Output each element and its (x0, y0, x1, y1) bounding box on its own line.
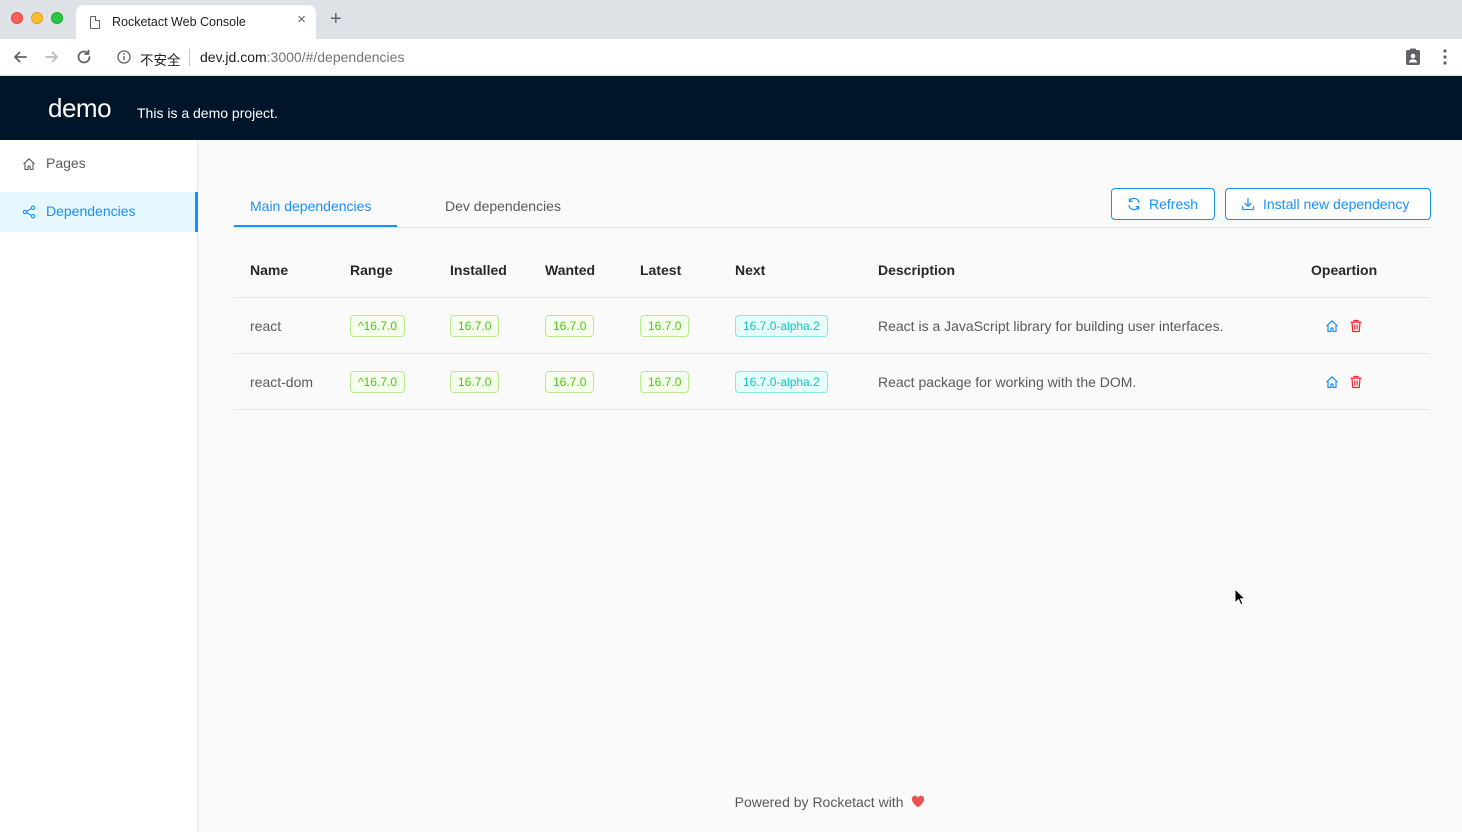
wanted-tag: 16.7.0 (545, 371, 595, 393)
column-header-operation: Opeartion (1311, 262, 1378, 278)
tab-main-dependencies[interactable]: Main dependencies (250, 198, 371, 214)
info-icon[interactable] (117, 50, 131, 64)
main-content: Main dependencies Dev dependencies Refre… (198, 140, 1462, 832)
next-tag: 16.7.0-alpha.2 (735, 371, 828, 393)
table-header: Name Range Installed Wanted Latest Next … (234, 243, 1431, 298)
sync-icon (1128, 197, 1140, 211)
reload-icon[interactable] (74, 47, 94, 67)
active-tab-indicator (234, 225, 397, 227)
window-close-button[interactable] (11, 12, 23, 24)
sidebar-item-label: Dependencies (46, 203, 136, 219)
footer-text: Powered by Rocketact with (734, 794, 904, 810)
browser-tab[interactable]: Rocketact Web Console × (76, 5, 316, 39)
install-button-label: Install new dependency (1263, 196, 1410, 212)
download-icon (1241, 197, 1255, 211)
install-new-dependency-button[interactable]: Install new dependency (1225, 188, 1431, 220)
installed-tag: 16.7.0 (450, 371, 500, 393)
wanted-tag: 16.7.0 (545, 315, 595, 337)
sidebar-item-pages[interactable]: Pages (0, 144, 198, 184)
next-tag: 16.7.0-alpha.2 (735, 315, 828, 337)
column-header-next: Next (735, 262, 766, 278)
homepage-icon[interactable] (1325, 375, 1339, 389)
column-header-latest: Latest (640, 262, 682, 278)
window-zoom-button[interactable] (51, 12, 63, 24)
range-tag: ^16.7.0 (350, 315, 405, 337)
project-name: demo (48, 93, 112, 123)
security-status[interactable]: 不安全 (140, 49, 181, 69)
table-row: react ^16.7.0 16.7.0 16.7.0 16.7.0 16.7.… (234, 298, 1431, 354)
close-tab-icon[interactable]: × (297, 12, 306, 28)
latest-tag: 16.7.0 (640, 315, 690, 337)
homepage-icon[interactable] (1325, 319, 1339, 333)
extension-badge-icon[interactable] (1405, 48, 1421, 66)
installed-tag: 16.7.0 (450, 315, 500, 337)
project-description: This is a demo project. (137, 105, 278, 121)
browser-tab-title: Rocketact Web Console (112, 15, 246, 29)
document-icon (90, 16, 100, 29)
share-icon (22, 205, 36, 219)
back-arrow-icon[interactable] (10, 47, 30, 67)
dependency-name: react (250, 318, 282, 334)
refresh-button[interactable]: Refresh (1111, 188, 1215, 220)
column-header-name: Name (250, 262, 289, 278)
refresh-button-label: Refresh (1149, 196, 1199, 212)
new-tab-icon[interactable]: + (330, 9, 342, 29)
footer: Powered by Rocketact with (198, 794, 1462, 810)
app-header: demo This is a demo project. (0, 76, 1462, 140)
dependency-name: react-dom (250, 374, 314, 390)
url-divider (189, 49, 190, 66)
column-header-description: Description (878, 262, 956, 278)
sidebar-item-dependencies[interactable]: Dependencies (0, 192, 198, 232)
browser-toolbar: 不安全 dev.jd.com:3000/#/dependencies (0, 39, 1462, 76)
forward-arrow-icon[interactable] (42, 47, 62, 67)
column-header-installed: Installed (450, 262, 507, 278)
browser-tab-strip: Rocketact Web Console × + (0, 0, 1462, 39)
url-path: :3000/#/dependencies (266, 49, 405, 65)
column-header-wanted: Wanted (545, 262, 596, 278)
url-host: dev.jd.com (200, 49, 267, 65)
delete-icon[interactable] (1349, 375, 1363, 389)
tab-dev-dependencies[interactable]: Dev dependencies (445, 198, 561, 214)
dependency-description: React package for working with the DOM. (878, 374, 1137, 390)
table-row: react-dom ^16.7.0 16.7.0 16.7.0 16.7.0 1… (234, 354, 1431, 410)
column-header-range: Range (350, 262, 393, 278)
sidebar: Pages Dependencies (0, 140, 198, 832)
mouse-cursor-icon (1234, 588, 1246, 606)
home-icon (23, 158, 35, 171)
address-bar[interactable]: dev.jd.com:3000/#/dependencies (200, 49, 404, 65)
more-menu-icon[interactable] (1438, 48, 1452, 66)
range-tag: ^16.7.0 (350, 371, 405, 393)
latest-tag: 16.7.0 (640, 371, 690, 393)
delete-icon[interactable] (1349, 319, 1363, 333)
window-minimize-button[interactable] (31, 12, 43, 24)
dependency-description: React is a JavaScript library for buildi… (878, 318, 1224, 334)
sidebar-item-label: Pages (46, 155, 86, 171)
heart-icon (912, 795, 925, 808)
